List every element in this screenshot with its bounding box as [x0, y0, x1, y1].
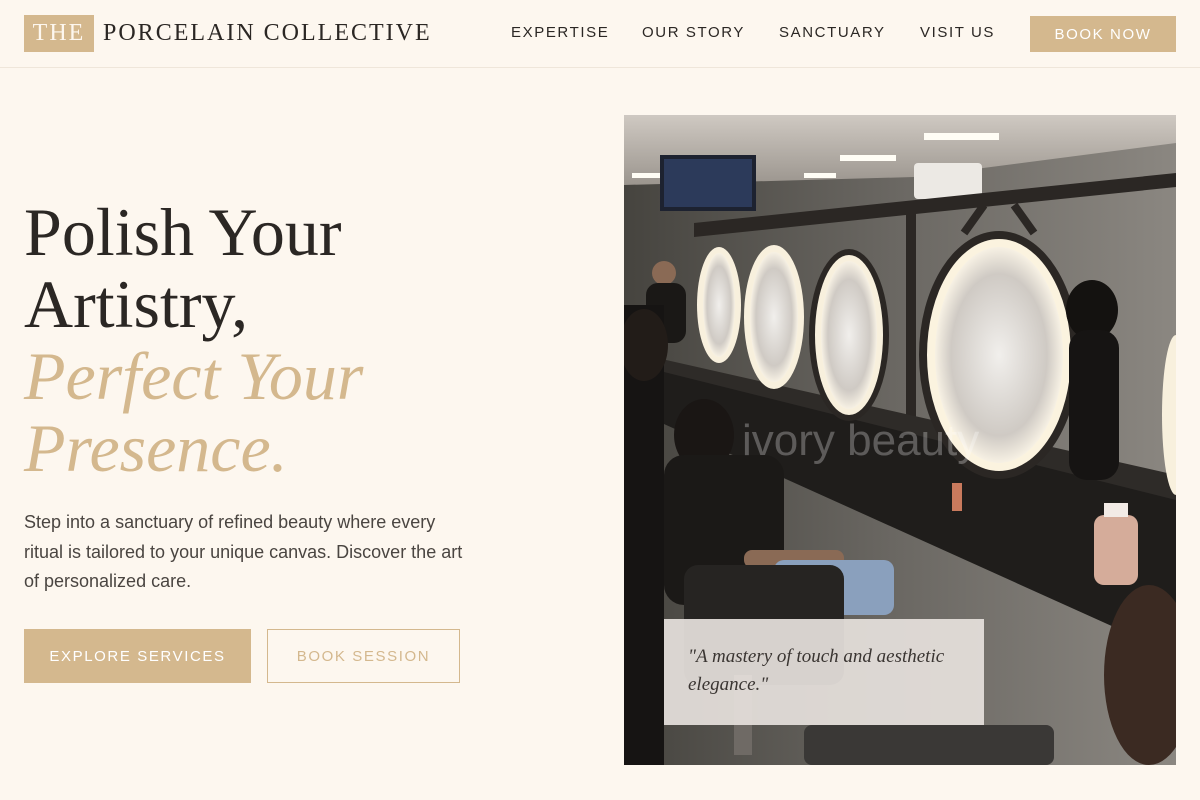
logo-text: PORCELAIN COLLECTIVE	[103, 20, 432, 46]
quote-card: "A mastery of touch and aesthetic elegan…	[664, 619, 984, 725]
nav-expertise[interactable]: EXPERTISE	[511, 24, 609, 41]
nav-sanctuary[interactable]: SANCTUARY	[779, 24, 886, 41]
headline-line-2: Artistry,	[24, 266, 249, 342]
book-now-button[interactable]: BOOK NOW	[1030, 16, 1176, 52]
headline-line-3: Perfect Your	[24, 338, 364, 414]
book-session-button[interactable]: BOOK SESSION	[267, 629, 460, 683]
nav-our-story[interactable]: OUR STORY	[642, 24, 745, 41]
logo[interactable]: THE PORCELAIN COLLECTIVE	[24, 15, 432, 52]
salon-photo: ivory beauty "A mastery of touch and aes…	[624, 115, 1176, 765]
headline-line-4: Presence.	[24, 410, 288, 486]
explore-services-button[interactable]: EXPLORE SERVICES	[24, 629, 251, 683]
nav-visit-us[interactable]: VISIT US	[920, 24, 995, 41]
logo-mark: THE	[24, 15, 94, 52]
hero-subtext: Step into a sanctuary of refined beauty …	[24, 512, 463, 591]
headline-line-1: Polish Your	[24, 194, 342, 270]
photo-watermark: ivory beauty	[742, 416, 979, 465]
site-header: THE PORCELAIN COLLECTIVE EXPERTISE OUR S…	[0, 0, 1200, 68]
hero-headline: Polish Your Artistry, Perfect Your Prese…	[24, 196, 584, 484]
quote-text: "A mastery of touch and aesthetic elegan…	[688, 646, 945, 695]
